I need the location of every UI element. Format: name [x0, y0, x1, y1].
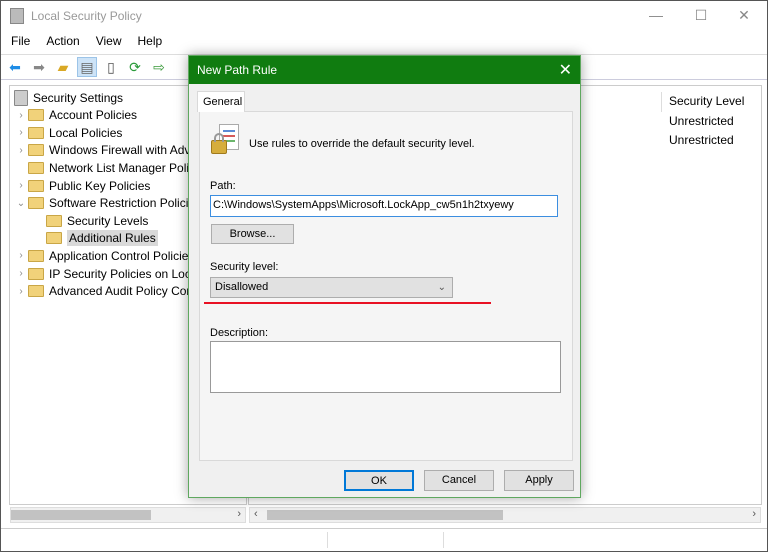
- chevron-icon[interactable]: ›: [14, 180, 28, 191]
- folder-icon: [28, 144, 44, 157]
- show-hide-tree-icon[interactable]: ▤: [77, 57, 97, 77]
- chevron-icon[interactable]: ›: [14, 110, 28, 121]
- left-horizontal-scrollbar[interactable]: ›: [10, 507, 246, 523]
- folder-icon: [46, 214, 62, 227]
- folder-icon: [28, 267, 44, 280]
- path-input[interactable]: C:\Windows\SystemApps\Microsoft.LockApp_…: [210, 195, 558, 217]
- security-settings-icon: [14, 89, 28, 106]
- menu-help[interactable]: Help: [130, 32, 171, 52]
- list-item[interactable]: Unrestricted: [669, 133, 734, 147]
- new-path-rule-dialog: New Path Rule ✕ General Use rules to ove…: [188, 55, 581, 498]
- menu-view[interactable]: View: [88, 32, 130, 52]
- chevron-icon[interactable]: ›: [14, 145, 28, 156]
- chevron-icon[interactable]: ›: [14, 286, 28, 297]
- menu-action[interactable]: Action: [38, 32, 87, 52]
- tree-item-label: Network List Manager Policies: [49, 160, 211, 175]
- general-tab-panel: Use rules to override the default securi…: [199, 111, 573, 461]
- dialog-title: New Path Rule: [197, 63, 278, 77]
- folder-icon: [28, 161, 44, 174]
- tab-general[interactable]: General: [197, 91, 245, 112]
- tree-item-label: Public Key Policies: [49, 178, 151, 193]
- tree-item-label: Additional Rules: [67, 230, 158, 247]
- description-textarea[interactable]: [210, 341, 561, 393]
- apply-button[interactable]: Apply: [504, 470, 574, 491]
- tree-item[interactable]: Additional Rules: [32, 230, 158, 247]
- status-bar: [1, 528, 767, 550]
- menu-file[interactable]: File: [1, 32, 38, 52]
- browse-button[interactable]: Browse...: [211, 224, 294, 244]
- security-level-select[interactable]: Disallowed ⌄: [210, 277, 453, 298]
- menu-bar: File Action View Help: [1, 32, 170, 52]
- dialog-close-button[interactable]: ✕: [559, 60, 572, 80]
- tree-item-label: Security Settings: [33, 90, 124, 105]
- minimize-button[interactable]: —: [641, 7, 671, 23]
- title-bar: Local Security Policy — ☐ ✕: [1, 1, 767, 31]
- folder-icon: [46, 232, 62, 245]
- list-item[interactable]: Unrestricted: [669, 114, 734, 128]
- chevron-icon[interactable]: ›: [14, 250, 28, 261]
- cancel-button[interactable]: Cancel: [424, 470, 494, 491]
- app-icon: [10, 8, 24, 24]
- security-level-value: Disallowed: [215, 281, 269, 293]
- clipboard-icon[interactable]: ▯: [101, 57, 121, 77]
- chevron-icon[interactable]: ›: [14, 268, 28, 279]
- highlight-underline: [204, 302, 491, 304]
- lock-document-icon: [211, 124, 239, 156]
- tree-item[interactable]: Network List Manager Policies: [14, 159, 210, 176]
- tree-item-label: Software Restriction Policies: [49, 196, 202, 211]
- folder-icon: [28, 126, 44, 139]
- tree-item-label: Application Control Policies: [49, 248, 195, 263]
- dialog-intro-text: Use rules to override the default securi…: [249, 138, 475, 150]
- dialog-title-bar: New Path Rule ✕: [189, 56, 580, 84]
- right-horizontal-scrollbar[interactable]: ‹ ›: [249, 507, 761, 523]
- tree-item[interactable]: › Account Policies: [14, 107, 137, 124]
- window-title: Local Security Policy: [31, 9, 142, 23]
- maximize-button[interactable]: ☐: [686, 7, 716, 24]
- tree-item[interactable]: Security Levels: [32, 212, 148, 229]
- ok-button[interactable]: OK: [344, 470, 414, 491]
- tree-item[interactable]: › Public Key Policies: [14, 177, 150, 194]
- tree-item[interactable]: › Application Control Policies: [14, 247, 194, 264]
- tree-item[interactable]: ⌄ Software Restriction Policies: [14, 195, 201, 212]
- folder-icon: [28, 109, 44, 122]
- tree-item[interactable]: › Local Policies: [14, 124, 122, 141]
- folder-icon: [28, 249, 44, 262]
- tree-item-label: Local Policies: [49, 125, 123, 140]
- path-label: Path:: [210, 180, 236, 192]
- tree-item-label: Security Levels: [67, 213, 149, 228]
- description-label: Description:: [210, 327, 269, 339]
- export-list-icon[interactable]: ⇨: [149, 57, 169, 77]
- folder-icon: [28, 285, 44, 298]
- security-level-label: Security level:: [210, 261, 279, 273]
- back-icon[interactable]: ⬅: [5, 57, 25, 77]
- up-folder-icon[interactable]: ▰: [53, 57, 73, 77]
- close-button[interactable]: ✕: [729, 7, 759, 24]
- refresh-icon[interactable]: ⟳: [125, 57, 145, 77]
- folder-icon: [28, 179, 44, 192]
- folder-icon: [28, 197, 44, 210]
- column-header-security-level[interactable]: Security Level: [669, 94, 744, 108]
- chevron-icon[interactable]: ›: [14, 127, 28, 138]
- chevron-icon[interactable]: ⌄: [14, 198, 28, 209]
- chevron-down-icon: ⌄: [437, 282, 446, 293]
- tree-item-label: Account Policies: [49, 108, 138, 123]
- forward-icon[interactable]: ➡: [29, 57, 49, 77]
- tree-item[interactable]: Security Settings: [10, 89, 123, 106]
